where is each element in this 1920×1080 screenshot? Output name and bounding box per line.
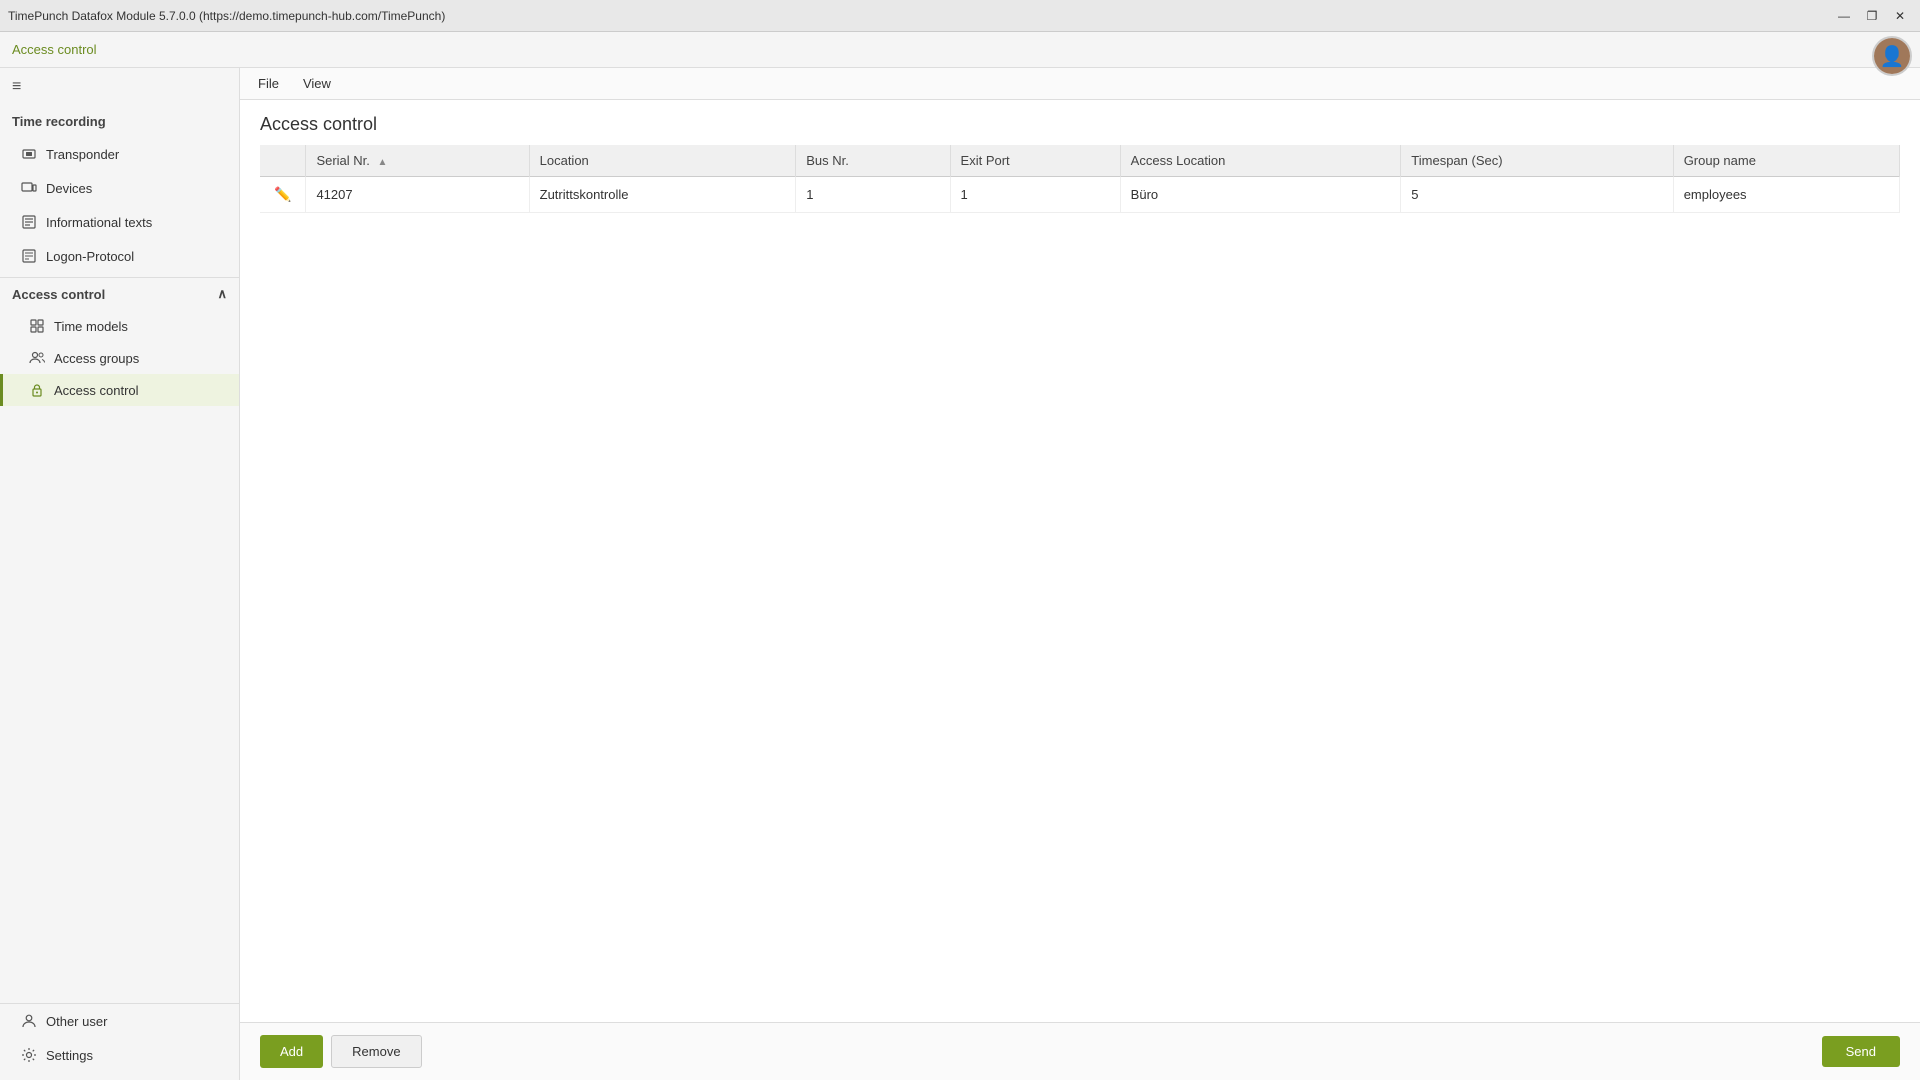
- cell-group-name: employees: [1673, 177, 1899, 213]
- sidebar-section-time-recording[interactable]: Time recording: [0, 106, 239, 137]
- menu-file[interactable]: File: [248, 72, 289, 95]
- access-groups-icon: [28, 349, 46, 367]
- transponder-icon: [20, 145, 38, 163]
- time-models-icon: [28, 317, 46, 335]
- col-label-bus-nr: Bus Nr.: [806, 153, 849, 168]
- sidebar-bottom: Other user Settings: [0, 1003, 239, 1080]
- col-header-exit-port[interactable]: Exit Port: [950, 145, 1120, 177]
- minimize-button[interactable]: —: [1832, 6, 1856, 26]
- devices-icon: [20, 179, 38, 197]
- sidebar-access-control-toggle[interactable]: Access control ∧: [0, 278, 239, 310]
- sidebar-label-access-control: Access control: [54, 383, 139, 398]
- breadcrumb-bar: Access control: [0, 32, 1920, 68]
- informational-texts-icon: [20, 213, 38, 231]
- sidebar: ≡ Time recording Transponder: [0, 68, 240, 1080]
- menu-bar: File View: [240, 68, 1920, 100]
- menu-view[interactable]: View: [293, 72, 341, 95]
- sidebar-item-logon-protocol[interactable]: Logon-Protocol: [0, 239, 239, 273]
- edit-row-button[interactable]: ✏️: [270, 184, 295, 205]
- sidebar-label-time-models: Time models: [54, 319, 128, 334]
- sidebar-item-time-models[interactable]: Time models: [0, 310, 239, 342]
- sidebar-label-other-user: Other user: [46, 1014, 107, 1029]
- cell-timespan-sec: 5: [1401, 177, 1673, 213]
- col-label-group-name: Group name: [1684, 153, 1756, 168]
- sidebar-item-other-user[interactable]: Other user: [0, 1004, 239, 1038]
- access-control-table: Serial Nr. ▲ Location Bus Nr. Exit Port: [260, 145, 1900, 213]
- col-label-location: Location: [540, 153, 589, 168]
- sidebar-item-access-groups[interactable]: Access groups: [0, 342, 239, 374]
- sidebar-label-informational-texts: Informational texts: [46, 215, 152, 230]
- page-title-bar: Access control: [240, 100, 1920, 145]
- table-row: ✏️41207Zutrittskontrolle11Büro5employees: [260, 177, 1900, 213]
- col-header-timespan[interactable]: Timespan (Sec): [1401, 145, 1673, 177]
- sidebar-toggle[interactable]: ≡: [0, 68, 239, 106]
- logon-protocol-icon: [20, 247, 38, 265]
- col-header-access-location[interactable]: Access Location: [1120, 145, 1401, 177]
- sidebar-label-transponder: Transponder: [46, 147, 119, 162]
- send-button[interactable]: Send: [1822, 1036, 1900, 1067]
- cell-serial-nr: 41207: [306, 177, 529, 213]
- sidebar-item-devices[interactable]: Devices: [0, 171, 239, 205]
- sidebar-item-transponder[interactable]: Transponder: [0, 137, 239, 171]
- sidebar-section-access-control: Access control ∧ T: [0, 277, 239, 406]
- edit-cell: ✏️: [260, 177, 306, 213]
- avatar[interactable]: 👤: [1872, 36, 1912, 76]
- settings-icon: [20, 1046, 38, 1064]
- content-area: ≡ Time recording Transponder: [0, 68, 1920, 1080]
- bottom-bar: Add Remove Send: [240, 1022, 1920, 1080]
- sidebar-access-control-label: Access control: [12, 287, 105, 302]
- sidebar-label-logon-protocol: Logon-Protocol: [46, 249, 134, 264]
- sidebar-label-settings: Settings: [46, 1048, 93, 1063]
- close-button[interactable]: ✕: [1888, 6, 1912, 26]
- add-button[interactable]: Add: [260, 1035, 323, 1068]
- col-label-serial-nr: Serial Nr.: [316, 153, 369, 168]
- col-header-edit: [260, 145, 306, 177]
- titlebar: TimePunch Datafox Module 5.7.0.0 (https:…: [0, 0, 1920, 32]
- col-label-exit-port: Exit Port: [961, 153, 1010, 168]
- sidebar-label-devices: Devices: [46, 181, 92, 196]
- table-body: ✏️41207Zutrittskontrolle11Büro5employees: [260, 177, 1900, 213]
- table-area: Serial Nr. ▲ Location Bus Nr. Exit Port: [240, 145, 1920, 1022]
- col-label-timespan: Timespan (Sec): [1411, 153, 1502, 168]
- titlebar-title: TimePunch Datafox Module 5.7.0.0 (https:…: [8, 9, 445, 23]
- restore-button[interactable]: ❐: [1860, 6, 1884, 26]
- col-header-serial-nr[interactable]: Serial Nr. ▲: [306, 145, 529, 177]
- access-control-icon: [28, 381, 46, 399]
- app: ≡ Time recording Transponder: [0, 68, 1920, 1080]
- col-header-location[interactable]: Location: [529, 145, 796, 177]
- chevron-up-icon: ∧: [217, 286, 227, 302]
- sidebar-top: ≡ Time recording Transponder: [0, 68, 239, 1003]
- sidebar-item-access-control[interactable]: Access control: [0, 374, 239, 406]
- other-user-icon: [20, 1012, 38, 1030]
- col-header-bus-nr[interactable]: Bus Nr.: [796, 145, 950, 177]
- remove-button[interactable]: Remove: [331, 1035, 421, 1068]
- table-header-row: Serial Nr. ▲ Location Bus Nr. Exit Port: [260, 145, 1900, 177]
- cell-location: Zutrittskontrolle: [529, 177, 796, 213]
- cell-access-location: Büro: [1120, 177, 1401, 213]
- bottom-left-buttons: Add Remove: [260, 1035, 422, 1068]
- sort-icon-serial-nr: ▲: [378, 157, 388, 168]
- col-header-group-name[interactable]: Group name: [1673, 145, 1899, 177]
- main-panel: File View Access control Serial Nr. ▲: [240, 68, 1920, 1080]
- cell-bus-nr: 1: [796, 177, 950, 213]
- col-label-access-location: Access Location: [1131, 153, 1226, 168]
- breadcrumb-link[interactable]: Access control: [12, 42, 97, 57]
- titlebar-controls: — ❐ ✕: [1832, 6, 1912, 26]
- cell-exit-port: 1: [950, 177, 1120, 213]
- sidebar-item-settings[interactable]: Settings: [0, 1038, 239, 1072]
- avatar-image: 👤: [1874, 38, 1910, 74]
- sidebar-item-informational-texts[interactable]: Informational texts: [0, 205, 239, 239]
- sidebar-label-access-groups: Access groups: [54, 351, 139, 366]
- page-title: Access control: [260, 114, 1900, 135]
